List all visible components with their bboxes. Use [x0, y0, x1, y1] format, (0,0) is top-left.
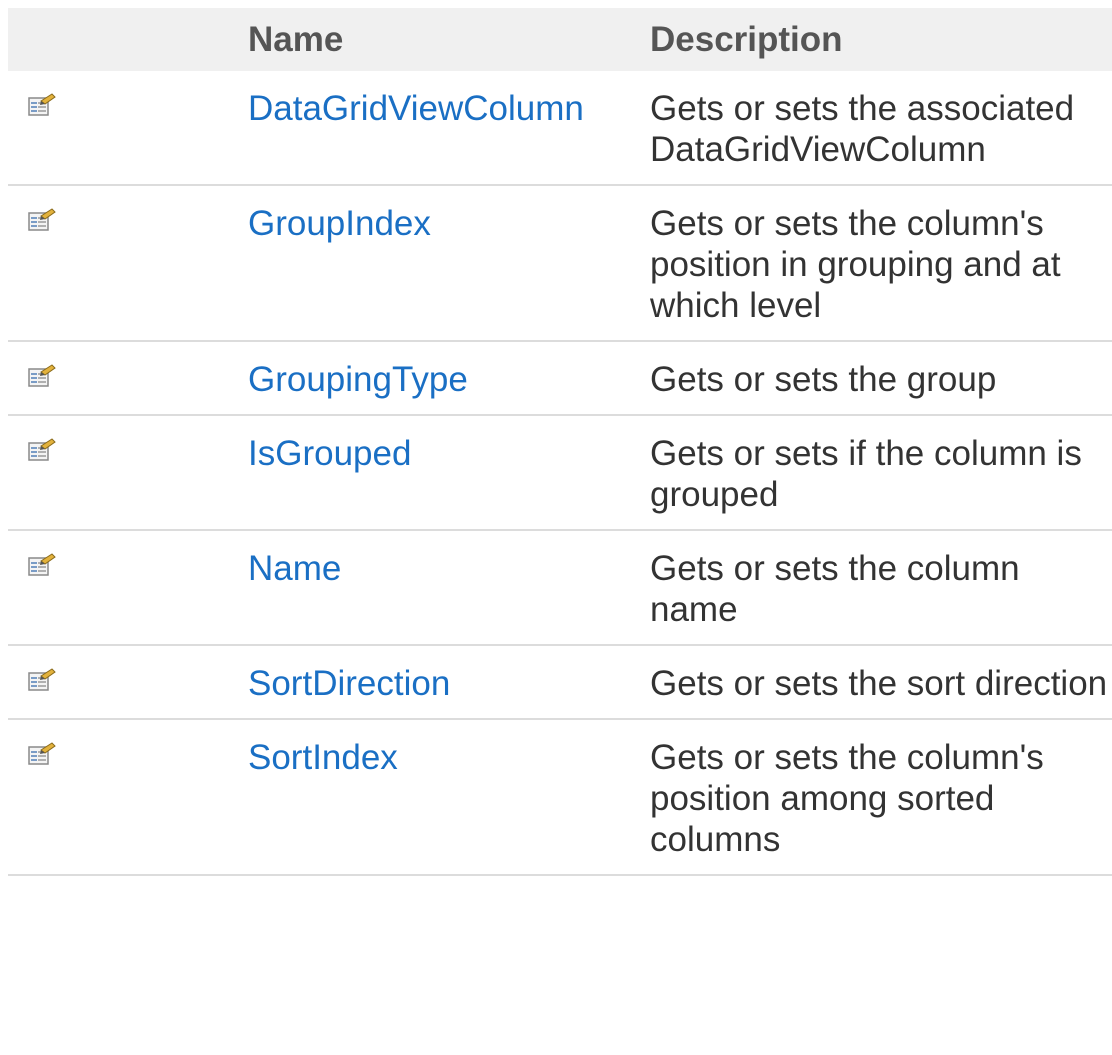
name-cell: SortDirection	[238, 645, 640, 720]
table-header-row: Name Description	[8, 8, 1112, 71]
table-row: IsGrouped Gets or sets if the column is …	[8, 415, 1112, 531]
table-row: GroupingType Gets or sets the group	[8, 341, 1112, 416]
description-column-header: Description	[650, 19, 843, 59]
table-row: SortDirection Gets or sets the sort dire…	[8, 645, 1112, 720]
member-link[interactable]: GroupIndex	[248, 204, 431, 243]
member-link[interactable]: GroupingType	[248, 360, 468, 399]
icon-cell	[8, 415, 238, 531]
member-link[interactable]: SortDirection	[248, 664, 450, 703]
description-cell: Gets or sets the sort direction	[640, 645, 1112, 720]
icon-cell	[8, 341, 238, 416]
member-link[interactable]: IsGrouped	[248, 434, 411, 473]
member-link[interactable]: Name	[248, 549, 341, 588]
property-icon	[28, 553, 56, 576]
name-cell: Name	[238, 530, 640, 646]
icon-column-header	[8, 8, 238, 71]
property-icon	[28, 742, 56, 765]
description-cell: Gets or sets the column name	[640, 530, 1112, 646]
icon-cell	[8, 645, 238, 720]
description-cell: Gets or sets if the column is grouped	[640, 415, 1112, 531]
name-cell: IsGrouped	[238, 415, 640, 531]
table-row: GroupIndex Gets or sets the column's pos…	[8, 185, 1112, 342]
icon-cell	[8, 530, 238, 646]
icon-cell	[8, 71, 238, 186]
name-cell: DataGridViewColumn	[238, 71, 640, 186]
description-cell: Gets or sets the group	[640, 341, 1112, 416]
members-table: Name Description DataGridViewColumn Gets…	[8, 8, 1112, 876]
table-row: Name Gets or sets the column name	[8, 530, 1112, 646]
table-row: SortIndex Gets or sets the column's posi…	[8, 719, 1112, 876]
property-icon	[28, 364, 56, 387]
description-cell: Gets or sets the column's position in gr…	[640, 185, 1112, 342]
description-cell: Gets or sets the associated DataGridView…	[640, 71, 1112, 186]
name-cell: GroupingType	[238, 341, 640, 416]
property-icon	[28, 438, 56, 461]
description-cell: Gets or sets the column's position among…	[640, 719, 1112, 876]
name-cell: SortIndex	[238, 719, 640, 876]
name-column-header: Name	[248, 19, 344, 59]
icon-cell	[8, 719, 238, 876]
property-icon	[28, 208, 56, 231]
property-icon	[28, 668, 56, 691]
name-cell: GroupIndex	[238, 185, 640, 342]
table-row: DataGridViewColumn Gets or sets the asso…	[8, 71, 1112, 186]
member-link[interactable]: SortIndex	[248, 738, 398, 777]
member-link[interactable]: DataGridViewColumn	[248, 89, 584, 128]
icon-cell	[8, 185, 238, 342]
property-icon	[28, 93, 56, 116]
